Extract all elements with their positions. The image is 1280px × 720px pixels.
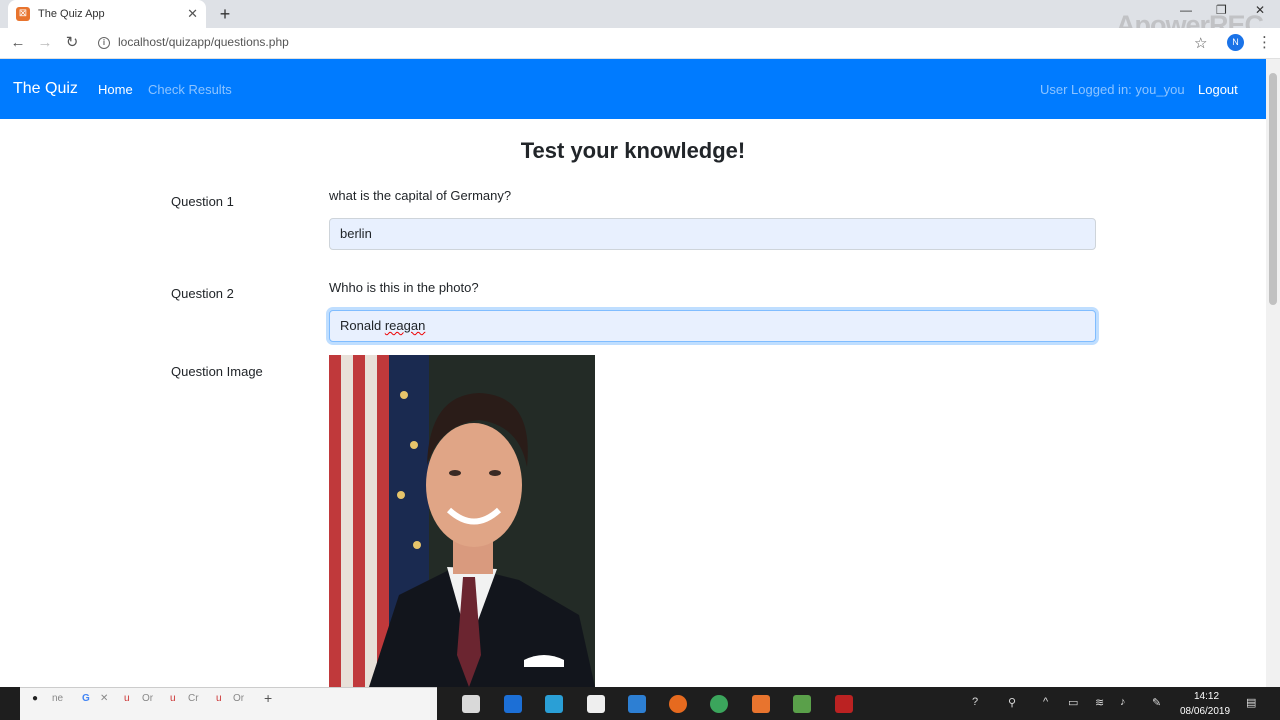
user-status-text: User Logged in: you_you — [1040, 82, 1185, 97]
question-1-label: Question 1 — [171, 194, 234, 209]
udemy-icon[interactable]: u — [170, 693, 176, 704]
mini-new-tab-icon[interactable]: + — [264, 690, 272, 706]
help-icon[interactable]: ? — [972, 696, 978, 708]
mail-icon[interactable] — [587, 695, 605, 713]
wifi-icon[interactable]: ≋ — [1095, 696, 1104, 709]
question-image-label: Question Image — [171, 364, 263, 379]
nav-check-results-link[interactable]: Check Results — [148, 82, 232, 97]
github-icon[interactable]: ● — [32, 693, 38, 704]
question-1-answer-value: berlin — [340, 226, 372, 241]
clock-time[interactable]: 14:12 — [1194, 691, 1219, 702]
question-2-text: Whho is this in the photo? — [329, 280, 479, 295]
browser-menu-icon[interactable]: ⋮ — [1257, 33, 1272, 51]
clock-date[interactable]: 08/06/2019 — [1180, 706, 1230, 717]
udemy-icon[interactable]: u — [124, 693, 130, 704]
bookmark-star-icon[interactable]: ☆ — [1194, 34, 1207, 52]
question-2-answer-input[interactable]: Ronald reagan — [329, 310, 1096, 342]
volume-icon[interactable]: ♪ — [1120, 696, 1126, 708]
mini-tab-2[interactable]: Or — [142, 693, 153, 704]
navbar-brand[interactable]: The Quiz — [13, 80, 78, 98]
browser-tabstrip: ⊠ The Quiz App ✕ + — ❐ ✕ ApowerREC — [0, 0, 1280, 40]
udemy-icon[interactable]: u — [216, 693, 222, 704]
close-tab-icon[interactable]: ✕ — [187, 6, 198, 22]
app-navbar: The Quiz Home Check Results User Logged … — [0, 59, 1266, 119]
xampp-icon[interactable] — [752, 695, 770, 713]
git-icon[interactable] — [793, 695, 811, 713]
chrome-icon[interactable] — [710, 695, 728, 713]
mini-tab-1[interactable]: ne — [52, 693, 63, 704]
portrait-illustration — [329, 355, 595, 687]
google-icon[interactable]: G — [82, 693, 90, 704]
new-tab-button[interactable]: + — [216, 4, 234, 24]
mini-close-icon[interactable]: ✕ — [100, 693, 108, 704]
store-icon[interactable] — [462, 695, 480, 713]
xampp-favicon-icon: ⊠ — [16, 7, 30, 21]
tab-title: The Quiz App — [38, 8, 105, 20]
browser-toolbar: ← → ↻ i localhost/quizapp/questions.php … — [0, 28, 1280, 59]
recorder-icon[interactable] — [835, 695, 853, 713]
vscode-icon[interactable] — [628, 695, 646, 713]
chevron-up-icon[interactable]: ^ — [1043, 696, 1048, 708]
address-bar[interactable]: localhost/quizapp/questions.php — [118, 35, 289, 49]
page-scrollbar[interactable] — [1266, 59, 1280, 687]
question-2-label: Question 2 — [171, 286, 234, 301]
taskbar-browser-preview[interactable]: ● ne G ✕ u Or u Cr u Or + — [20, 687, 437, 720]
back-icon[interactable]: ← — [8, 33, 28, 53]
notifications-icon[interactable]: ▤ — [1246, 696, 1256, 709]
question-photo — [329, 355, 595, 687]
question-2-answer-first: Ronald — [340, 318, 382, 333]
browser-tab[interactable]: ⊠ The Quiz App ✕ — [8, 0, 206, 28]
battery-icon[interactable]: ▭ — [1068, 696, 1078, 709]
logout-link[interactable]: Logout — [1198, 82, 1238, 97]
page-title: Test your knowledge! — [520, 138, 746, 163]
scroll-thumb[interactable] — [1269, 73, 1277, 305]
mini-tab-3[interactable]: Cr — [188, 693, 199, 704]
question-1-answer-input[interactable]: berlin — [329, 218, 1096, 250]
site-info-icon[interactable]: i — [98, 37, 110, 49]
reload-icon[interactable]: ↻ — [62, 33, 82, 53]
mini-tab-4[interactable]: Or — [233, 693, 244, 704]
dropbox-icon[interactable] — [504, 695, 522, 713]
people-icon[interactable]: ⚲ — [1008, 696, 1016, 709]
nav-home-link[interactable]: Home — [98, 82, 133, 97]
lightning-app-icon[interactable] — [545, 695, 563, 713]
pen-icon[interactable]: ✎ — [1152, 696, 1161, 709]
question-2-answer-misspelled: reagan — [384, 318, 426, 333]
profile-avatar[interactable]: N — [1227, 34, 1244, 51]
question-1-text: what is the capital of Germany? — [329, 188, 512, 203]
firefox-icon[interactable] — [669, 695, 687, 713]
forward-icon[interactable]: → — [35, 33, 55, 53]
